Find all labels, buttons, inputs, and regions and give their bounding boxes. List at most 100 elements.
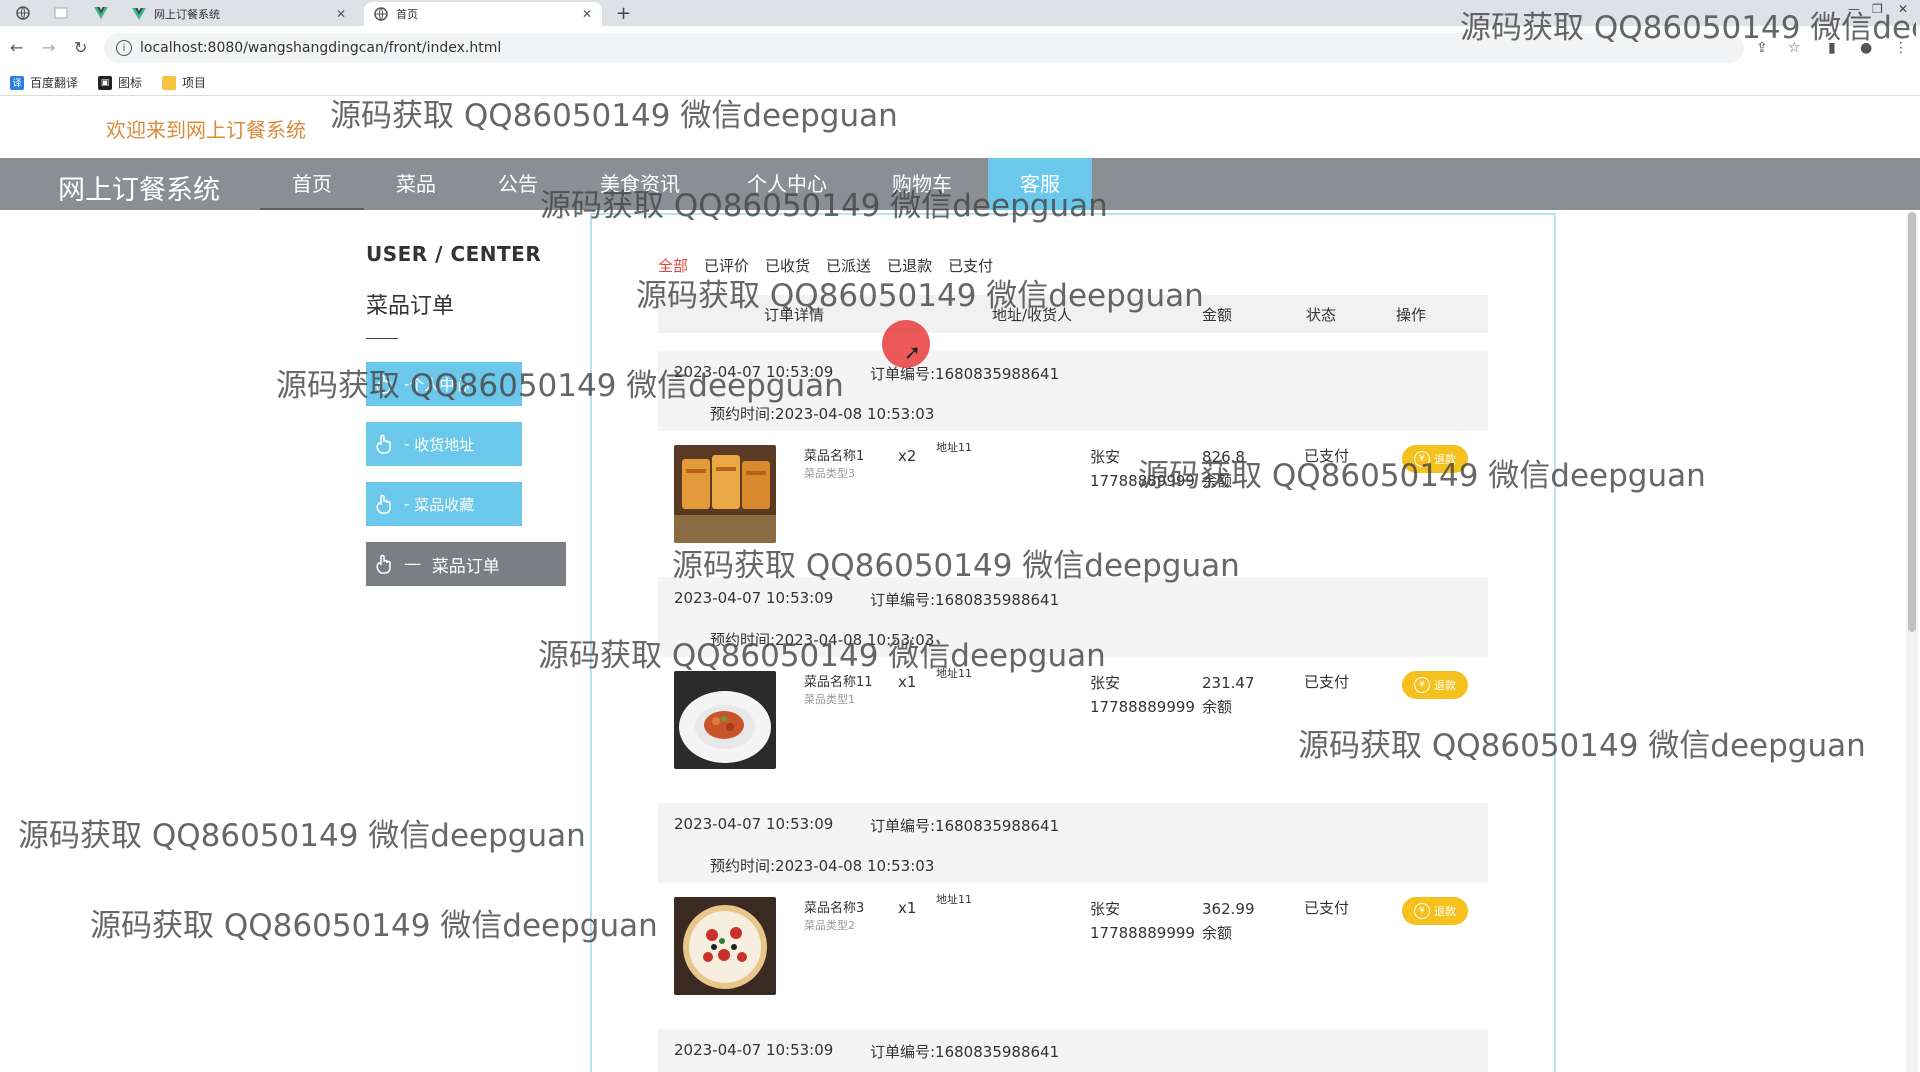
amount-value: 826.8 [1202, 448, 1245, 466]
col-order-details: 订单详情 [764, 306, 825, 324]
filter-paid[interactable]: 已支付 [948, 255, 993, 276]
nav-food-news[interactable]: 美食资讯 [580, 158, 700, 210]
url-field[interactable]: i localhost:8080/wangshangdingcan/front/… [104, 33, 1744, 63]
sidebar-item-label: 个人中心 [409, 375, 470, 394]
tab-ordering-system[interactable]: 网上订餐系统 ✕ [122, 2, 356, 26]
yen-icon: ¥ [1414, 903, 1430, 919]
nav-cart[interactable]: 购物车 [872, 158, 972, 210]
plated-dish-photo[interactable] [674, 671, 776, 769]
tab-home[interactable]: 首页 ✕ [364, 2, 602, 26]
refund-button[interactable]: ¥ 退款 [1402, 897, 1468, 925]
vue-icon[interactable] [90, 4, 112, 22]
new-tab-icon[interactable]: + [616, 3, 631, 24]
dish-type: 菜品类型1 [804, 693, 855, 706]
dish-name[interactable]: 菜品名称11 [804, 671, 873, 690]
info-icon[interactable]: i [116, 40, 132, 56]
order-number: 订单编号:1680835988641 [870, 591, 1060, 609]
blank-tab-icon[interactable] [50, 4, 72, 22]
order-number: 订单编号:1680835988641 [870, 1043, 1060, 1061]
nav-user-center[interactable]: 个人中心 [724, 158, 850, 210]
star-icon[interactable]: ☆ [1788, 40, 1801, 56]
menu-icon[interactable]: ⋮ [1894, 40, 1908, 56]
dish-quantity: x2 [898, 447, 917, 465]
address-bar-row: ← → ↻ i localhost:8080/wangshangdingcan/… [0, 26, 1920, 70]
watermark: 源码获取 QQ86050149 微信deepguan [18, 818, 586, 854]
back-icon[interactable]: ← [10, 38, 23, 57]
order-filter-tabs: 全部 已评价 已收货 已派送 已退款 已支付 [658, 255, 1009, 276]
order-address: 地址11 [936, 441, 972, 454]
fried-snack-photo[interactable] [674, 445, 776, 543]
forward-icon[interactable]: → [42, 38, 55, 57]
nav-dishes[interactable]: 菜品 [364, 158, 468, 210]
order-header: 2023-04-07 10:53:09 订单编号:1680835988641 预… [658, 577, 1488, 657]
pizza-photo[interactable] [674, 897, 776, 995]
sidebar-item-dash: - [404, 435, 415, 453]
refund-button[interactable]: ¥ 退款 [1402, 445, 1468, 473]
refund-button[interactable]: ¥ 退款 [1402, 671, 1468, 699]
order-address: 地址11 [936, 667, 972, 680]
refund-label: 退款 [1434, 905, 1456, 918]
order-item-row: 菜品名称3 菜品类型2 x1 地址11 张安 17788889999 362.9… [658, 883, 1488, 1013]
reserve-time: 预约时间:2023-04-08 10:53:03 [710, 405, 935, 423]
col-status: 状态 [1306, 306, 1337, 324]
tab-title: 网上订餐系统 [154, 8, 220, 21]
filter-dispatched[interactable]: 已派送 [826, 255, 871, 276]
filter-received[interactable]: 已收货 [765, 255, 810, 276]
filter-all[interactable]: 全部 [658, 255, 688, 276]
hand-icon [374, 493, 396, 515]
nav-announcements[interactable]: 公告 [468, 158, 568, 210]
order-amount: 826.8 余额 [1202, 445, 1245, 493]
dish-name[interactable]: 菜品名称1 [804, 445, 864, 464]
order-header: 2023-04-07 10:53:09 订单编号:1680835988641 预… [658, 351, 1488, 431]
order-card: 2023-04-07 10:53:09 订单编号:1680835988641 预… [658, 351, 1488, 561]
filter-reviewed[interactable]: 已评价 [704, 255, 749, 276]
vue-icon [132, 7, 146, 21]
recipient-phone: 17788889999 [1090, 472, 1195, 490]
site-title[interactable]: 网上订餐系统 [58, 168, 220, 207]
globe-icon[interactable] [12, 4, 34, 22]
nav-home[interactable]: 首页 [260, 158, 364, 210]
sidebar-item-address[interactable]: - 收货地址 [366, 422, 522, 466]
order-item-row: 菜品名称11 菜品类型1 x1 地址11 张安 17788889999 231.… [658, 657, 1488, 787]
divider [366, 338, 398, 339]
sidebar-toggle-icon[interactable]: ▮ [1828, 40, 1836, 56]
bookmark-translate[interactable]: 译 百度翻译 [10, 74, 78, 91]
share-icon[interactable]: ⇪ [1756, 40, 1768, 56]
order-card: 2023-04-07 10:53:09 订单编号:1680835988641 [658, 1029, 1488, 1072]
recipient-phone: 17788889999 [1090, 698, 1195, 716]
watermark: 源码获取 QQ86050149 微信deepguan [330, 98, 898, 134]
bookmark-label: 图标 [118, 76, 143, 90]
filter-refunded[interactable]: 已退款 [887, 255, 932, 276]
bookmark-project[interactable]: 项目 [162, 74, 206, 91]
yen-icon: ¥ [1414, 451, 1430, 467]
sidebar-item-orders[interactable]: — 菜品订单 [366, 542, 566, 586]
close-window-icon[interactable]: ✕ [1898, 2, 1908, 16]
tab-title: 首页 [396, 8, 418, 21]
dish-name[interactable]: 菜品名称3 [804, 897, 864, 916]
bookmark-icons[interactable]: ▣ 图标 [98, 74, 142, 91]
profile-icon[interactable]: ● [1860, 40, 1872, 56]
sidebar-item-favorites[interactable]: - 菜品收藏 [366, 482, 522, 526]
payment-method: 余额 [1202, 698, 1233, 716]
restore-icon[interactable]: ❐ [1872, 2, 1883, 16]
payment-method: 余额 [1202, 924, 1233, 942]
order-date: 2023-04-07 10:53:09 [674, 1041, 834, 1059]
order-header: 2023-04-07 10:53:09 订单编号:1680835988641 预… [658, 803, 1488, 883]
welcome-text: 欢迎来到网上订餐系统 [106, 118, 306, 142]
refund-label: 退款 [1434, 453, 1456, 466]
close-icon[interactable]: ✕ [336, 7, 346, 21]
order-status: 已支付 [1304, 899, 1350, 917]
scrollbar-thumb[interactable] [1908, 212, 1916, 632]
recipient: 张安 17788889999 [1090, 671, 1195, 719]
minimize-icon[interactable]: — [1848, 2, 1860, 16]
reload-icon[interactable]: ↻ [74, 38, 87, 57]
page-scrollbar[interactable] [1906, 212, 1918, 1072]
user-center-subtitle: 菜品订单 [366, 294, 455, 319]
order-card: 2023-04-07 10:53:09 订单编号:1680835988641 预… [658, 803, 1488, 1013]
sidebar-item-user-center[interactable]: - 个人中心 [366, 362, 522, 406]
nav-customer-service[interactable]: 客服 [988, 158, 1092, 210]
close-icon[interactable]: ✕ [582, 7, 592, 21]
orders-table-header: 订单详情 地址/收货人 金额 状态 操作 [658, 295, 1488, 333]
amount-value: 231.47 [1202, 674, 1255, 692]
recipient: 张安 17788889999 [1090, 897, 1195, 945]
